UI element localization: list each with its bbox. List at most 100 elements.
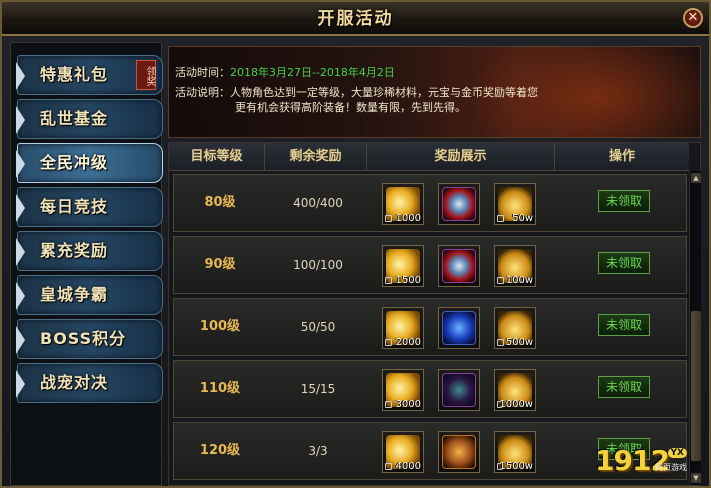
bind-lock-icon	[385, 215, 392, 222]
tab-boss-points[interactable]: BOSS积分	[16, 319, 163, 359]
bind-lock-icon	[385, 401, 392, 408]
reward-slot[interactable]: 50w	[494, 183, 536, 225]
row-level: 90级	[204, 257, 236, 272]
reward-slot[interactable]: 500w	[494, 307, 536, 349]
blue-egg-icon	[442, 311, 476, 345]
reward-count: 4000	[395, 461, 421, 472]
tab-arrow-icon	[16, 62, 25, 90]
tab-arrow-icon	[16, 238, 25, 266]
scroll-up-icon[interactable]: ▲	[691, 173, 701, 183]
event-time-label: 活动时间：	[175, 66, 230, 79]
site-watermark: 1912 YX 网页游戏	[595, 446, 687, 480]
reward-slot[interactable]: 1000w	[494, 369, 536, 411]
bind-lock-icon	[497, 277, 504, 284]
row-level: 120级	[199, 443, 241, 458]
table-row: 80级 400/400 1000 50w 未领取	[173, 174, 687, 232]
reward-slot[interactable]	[438, 369, 480, 411]
watermark-sub: 网页游戏	[655, 463, 687, 472]
window-title: 开服活动	[317, 9, 394, 29]
red-shield-icon	[442, 249, 476, 283]
reward-count: 1500	[395, 275, 421, 286]
tab-arrow-icon	[16, 370, 25, 398]
reward-slot[interactable]: 1000	[382, 183, 424, 225]
tab-arrow-icon	[16, 106, 25, 134]
tab-label: 皇城争霸	[40, 285, 109, 304]
bind-lock-icon	[385, 463, 392, 470]
reward-table: 目标等级 剩余奖励 奖励展示 操作 80级 400/400 1000 50w 未…	[168, 142, 701, 486]
bind-lock-icon	[497, 339, 504, 346]
claim-button[interactable]: 未领取	[598, 376, 650, 398]
tab-label: BOSS积分	[40, 329, 127, 348]
reward-slot[interactable]	[438, 307, 480, 349]
tab-special-gift[interactable]: 特惠礼包 领奖	[16, 55, 163, 95]
bind-lock-icon	[385, 339, 392, 346]
event-desc-2: 更有机会获得高阶装备！数量有限，先到先得。	[235, 100, 466, 115]
reward-slot[interactable]: 3000	[382, 369, 424, 411]
tab-label: 战宠对决	[40, 373, 109, 392]
tab-pet-battle[interactable]: 战宠对决	[16, 363, 163, 403]
reward-slot[interactable]: 100w	[494, 245, 536, 287]
tab-label: 特惠礼包	[40, 65, 109, 84]
claim-button[interactable]: 未领取	[598, 190, 650, 212]
reward-slot[interactable]: 2000	[382, 307, 424, 349]
reward-slot[interactable]	[438, 431, 480, 473]
col-action: 操作	[608, 149, 635, 164]
row-level: 100级	[199, 319, 241, 334]
close-button[interactable]: ✕	[683, 8, 703, 28]
scroll-thumb[interactable]	[691, 311, 701, 461]
reward-count: 3000	[395, 399, 421, 410]
reward-slot[interactable]: 1500	[382, 245, 424, 287]
claim-button[interactable]: 未领取	[598, 314, 650, 336]
col-target-level: 目标等级	[169, 143, 265, 171]
event-window: 开服活动 ✕ 特惠礼包 领奖 乱世基金 全民冲级 每日竞技 累充奖励 皇城争霸	[0, 0, 711, 488]
purple-egg-icon	[442, 373, 476, 407]
reward-count: 50w	[512, 213, 533, 224]
claim-badge: 领奖	[136, 60, 156, 90]
tab-city-war[interactable]: 皇城争霸	[16, 275, 163, 315]
event-desc-line2: 更有机会获得高阶装备！数量有限，先到先得。	[235, 101, 466, 114]
tab-arrow-icon	[16, 194, 25, 222]
reward-count: 500w	[505, 337, 533, 348]
tab-label: 每日竞技	[40, 197, 109, 216]
tab-recharge-reward[interactable]: 累充奖励	[16, 231, 163, 271]
row-remaining: 50/50	[300, 320, 336, 334]
watermark-tag: YX	[667, 448, 687, 458]
row-remaining: 3/3	[308, 444, 328, 458]
event-desc: 活动说明：人物角色达到一定等级，大量珍稀材料，元宝与金币奖励等着您	[175, 85, 538, 100]
orange-egg-icon	[442, 435, 476, 469]
row-remaining: 100/100	[293, 258, 343, 272]
table-row: 110级 15/15 3000 1000w 未领取	[173, 360, 687, 418]
table-header: 目标等级 剩余奖励 奖励展示 操作	[169, 143, 689, 171]
claim-button[interactable]: 未领取	[598, 252, 650, 274]
tab-arrow-icon	[16, 326, 25, 354]
tab-fund[interactable]: 乱世基金	[16, 99, 163, 139]
red-shield-icon	[442, 187, 476, 221]
col-rewards: 奖励展示	[367, 143, 555, 171]
reward-count: 2000	[395, 337, 421, 348]
table-row: 100级 50/50 2000 500w 未领取	[173, 298, 687, 356]
event-desc-line1: 人物角色达到一定等级，大量珍稀材料，元宝与金币奖励等着您	[230, 86, 538, 99]
tab-label: 乱世基金	[40, 109, 109, 128]
reward-slot[interactable]: 1500w	[494, 431, 536, 473]
reward-slot[interactable]: 4000	[382, 431, 424, 473]
reward-slot[interactable]	[438, 183, 480, 225]
reward-count: 100w	[505, 275, 533, 286]
reward-slot[interactable]	[438, 245, 480, 287]
event-time-value: 2018年3月27日--2018年4月2日	[230, 66, 395, 79]
event-desc-label: 活动说明：	[175, 86, 230, 99]
tab-arrow-icon	[16, 282, 25, 310]
reward-count: 1000w	[499, 399, 533, 410]
sidebar: 特惠礼包 领奖 乱世基金 全民冲级 每日竞技 累充奖励 皇城争霸 BOSS积分	[10, 42, 163, 486]
bind-lock-icon	[385, 277, 392, 284]
row-level: 110级	[199, 381, 241, 396]
tab-daily-arena[interactable]: 每日竞技	[16, 187, 163, 227]
scroll-down-icon[interactable]: ▼	[691, 473, 701, 483]
row-level: 80级	[204, 195, 236, 210]
bind-lock-icon	[497, 215, 504, 222]
row-remaining: 400/400	[293, 196, 343, 210]
col-remaining: 剩余奖励	[265, 143, 367, 171]
tab-label: 全民冲级	[40, 153, 109, 172]
table-row: 90级 100/100 1500 100w 未领取	[173, 236, 687, 294]
tab-level-rush[interactable]: 全民冲级	[16, 143, 163, 183]
scrollbar[interactable]: ▲ ▼	[689, 171, 701, 485]
